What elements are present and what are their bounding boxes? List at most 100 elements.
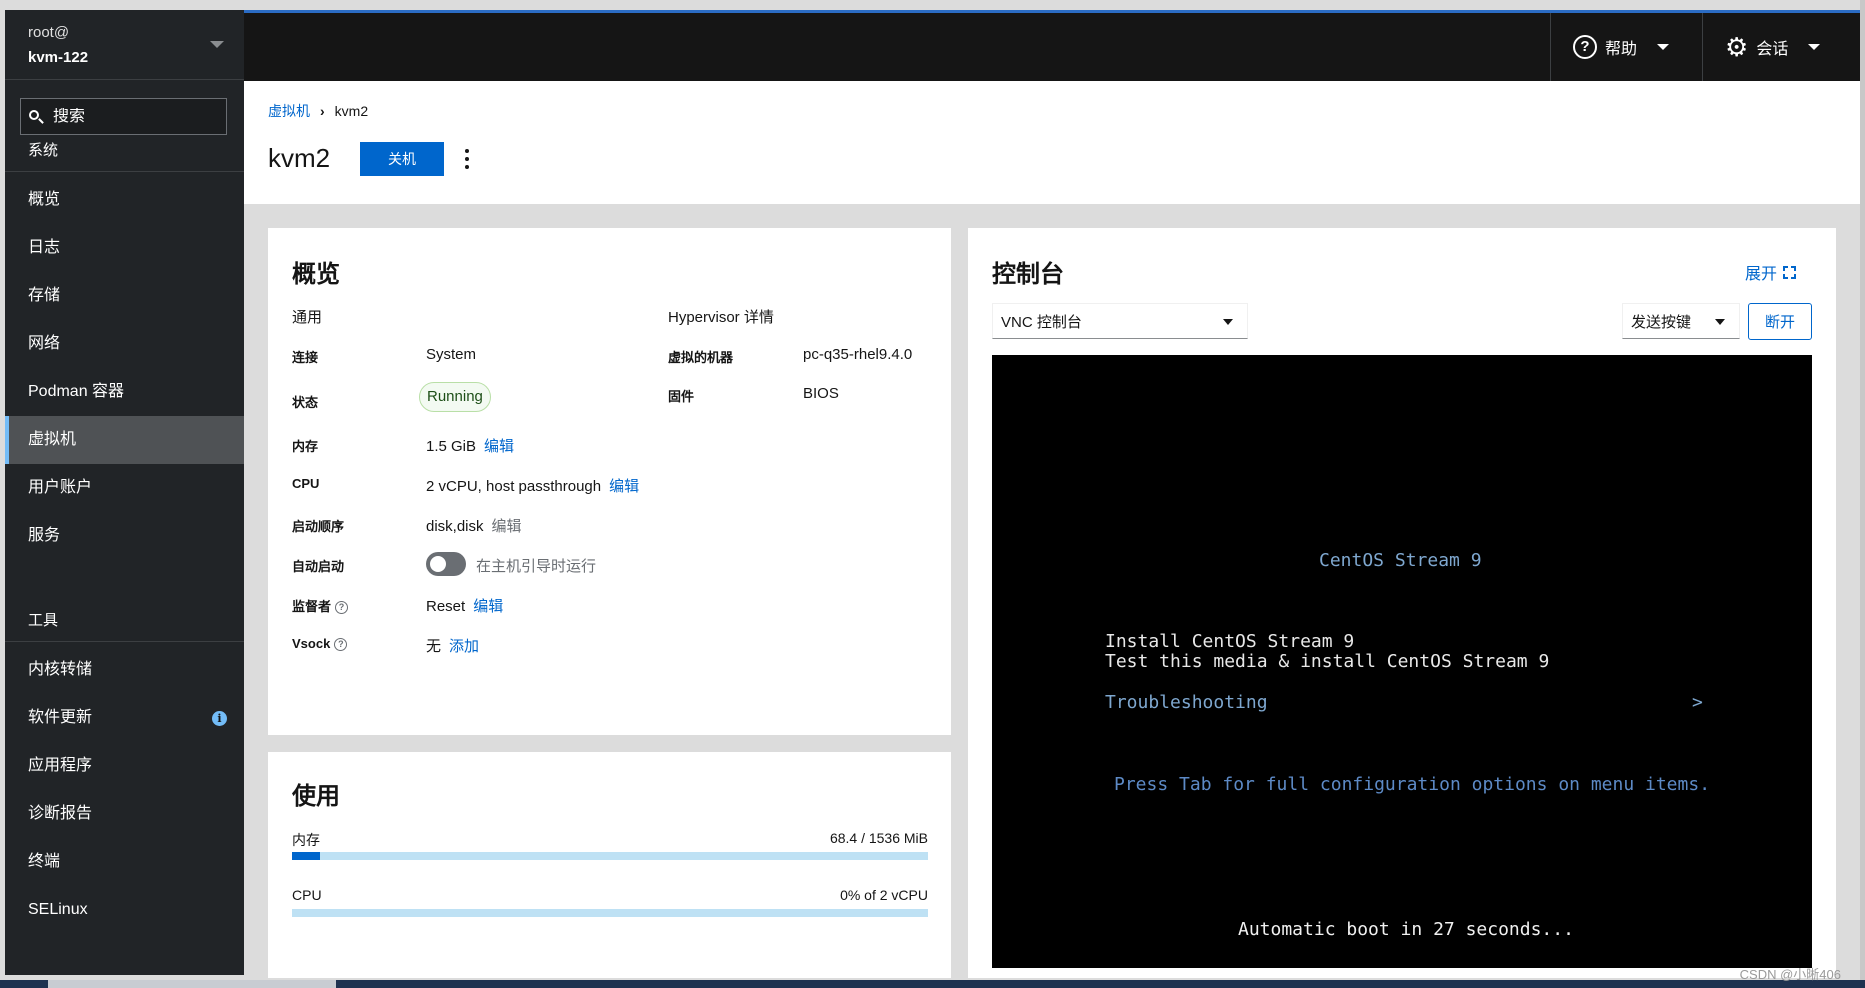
os-taskbar xyxy=(0,980,1865,988)
breadcrumb-current: kvm2 xyxy=(334,103,369,119)
sidebar-item-label: 软件更新 xyxy=(28,709,93,726)
chevron-right-icon: > xyxy=(1692,692,1703,713)
sidebar: root@ kvm-122 系统 概览 日志 存储 网络 Podman 容器 虚… xyxy=(5,10,244,975)
page-header: 虚拟机 › kvm2 kvm2 关机 xyxy=(244,81,1860,204)
breadcrumb-vms-link[interactable]: 虚拟机 xyxy=(268,101,310,121)
general-heading: 通用 xyxy=(292,309,323,326)
help-menu-button[interactable]: ? 帮助 xyxy=(1550,13,1702,81)
nav-section-title-system: 系统 xyxy=(5,130,244,172)
nav-section-system: 系统 概览 日志 存储 网络 Podman 容器 虚拟机 用户账户 服务 xyxy=(5,130,244,560)
window-edge xyxy=(1860,0,1865,980)
hypervisor-heading: Hypervisor 详情 xyxy=(668,309,774,326)
sidebar-item-terminal[interactable]: 终端 xyxy=(5,838,244,886)
taskbar-window-tab[interactable] xyxy=(48,980,336,988)
chevron-down-icon xyxy=(1223,319,1233,325)
chevron-down-icon xyxy=(210,41,224,48)
search-input[interactable] xyxy=(53,107,213,126)
nav-section-tools: 工具 内核转储 软件更新 i 应用程序 诊断报告 终端 SELinux xyxy=(5,600,244,934)
cpu-value: 2 vCPU, host passthrough xyxy=(426,478,602,495)
host-user: root@ xyxy=(28,24,70,41)
console-title: 控制台 xyxy=(992,261,1064,288)
memory-usage-value: 68.4 / 1536 MiB xyxy=(829,830,928,846)
memory-progress-fill xyxy=(292,852,321,860)
machine-label: 虚拟的机器 xyxy=(668,350,734,365)
sidebar-item-diagnostic-reports[interactable]: 诊断报告 xyxy=(5,790,244,838)
state-label: 状态 xyxy=(292,395,319,410)
shutdown-button[interactable]: 关机 xyxy=(360,142,444,176)
status-badge: Running xyxy=(419,382,491,412)
cpu-usage-label: CPU xyxy=(292,887,322,903)
boot-order-row: disk,disk 编辑 xyxy=(426,515,522,536)
chevron-down-icon xyxy=(1657,44,1670,50)
edit-memory-link[interactable]: 编辑 xyxy=(484,438,514,455)
info-icon: i xyxy=(212,711,227,726)
disconnect-button[interactable]: 断开 xyxy=(1748,303,1812,340)
vnc-menu-item-test: Test this media & install CentOS Stream … xyxy=(1105,651,1550,672)
sidebar-item-accounts[interactable]: 用户账户 xyxy=(5,464,244,512)
sidebar-item-services[interactable]: 服务 xyxy=(5,512,244,560)
watchdog-label: 监督者 xyxy=(292,599,332,614)
vnc-hint: Press Tab for full configuration options… xyxy=(1114,774,1711,795)
sidebar-item-storage[interactable]: 存储 xyxy=(5,272,244,320)
console-card: 控制台 展开 VNC 控制台 发送按键 断开 CentOS Stream 9 I… xyxy=(968,228,1836,978)
sidebar-item-applications[interactable]: 应用程序 xyxy=(5,742,244,790)
help-icon[interactable]: ? xyxy=(335,601,349,614)
sidebar-item-selinux[interactable]: SELinux xyxy=(5,886,244,934)
edit-cpu-link[interactable]: 编辑 xyxy=(609,478,639,495)
usage-card: 使用 内存 68.4 / 1536 MiB CPU 0% of 2 vCPU xyxy=(268,752,951,978)
watchdog-value: Reset xyxy=(426,598,466,615)
overview-title: 概览 xyxy=(292,261,340,288)
breadcrumb: 虚拟机 › kvm2 xyxy=(268,101,368,121)
chevron-down-icon xyxy=(1808,44,1821,50)
host-switcher[interactable]: root@ kvm-122 xyxy=(5,10,244,80)
vnc-menu-item-troubleshooting: Troubleshooting xyxy=(1105,692,1268,713)
vnc-heading: CentOS Stream 9 xyxy=(1319,550,1482,571)
expand-icon xyxy=(1783,265,1796,279)
question-circle-icon: ? xyxy=(1573,35,1597,59)
console-type-value: VNC 控制台 xyxy=(1001,313,1082,331)
send-keys-label: 发送按键 xyxy=(1631,313,1692,331)
chevron-right-icon: › xyxy=(320,103,325,119)
sidebar-item-networking[interactable]: 网络 xyxy=(5,320,244,368)
session-menu-button[interactable]: ⚙ 会话 xyxy=(1702,13,1860,81)
sidebar-item-overview[interactable]: 概览 xyxy=(5,176,244,224)
firmware-label: 固件 xyxy=(668,389,695,404)
sidebar-item-logs[interactable]: 日志 xyxy=(5,224,244,272)
sidebar-item-podman[interactable]: Podman 容器 xyxy=(5,368,244,416)
sidebar-item-kdump[interactable]: 内核转储 xyxy=(5,646,244,694)
console-type-select[interactable]: VNC 控制台 xyxy=(992,303,1248,339)
cpu-label: CPU xyxy=(292,476,320,491)
vsock-row: 无添加 xyxy=(426,635,479,656)
edit-watchdog-link[interactable]: 编辑 xyxy=(473,598,503,615)
memory-progress-bar xyxy=(292,852,928,860)
topbar: ? 帮助 ⚙ 会话 xyxy=(244,10,1860,81)
watchdog-label-row: 监督者? xyxy=(292,596,349,615)
vsock-label-row: Vsock? xyxy=(292,636,348,651)
vnc-countdown: Automatic boot in 27 seconds... xyxy=(1238,919,1574,940)
add-vsock-link[interactable]: 添加 xyxy=(449,638,479,655)
search-icon xyxy=(29,109,43,124)
usage-title: 使用 xyxy=(292,783,340,810)
sidebar-item-software-updates[interactable]: 软件更新 i xyxy=(5,694,244,742)
memory-label: 内存 xyxy=(292,439,319,454)
autostart-text: 在主机引导时运行 xyxy=(476,558,597,575)
session-label: 会话 xyxy=(1756,41,1789,58)
vsock-label: Vsock xyxy=(292,636,331,651)
firmware-value: BIOS xyxy=(803,385,839,402)
memory-row: 1.5 GiB 编辑 xyxy=(426,435,514,456)
watchdog-row: Reset 编辑 xyxy=(426,595,503,616)
gear-icon: ⚙ xyxy=(1725,32,1749,62)
help-label: 帮助 xyxy=(1605,41,1638,58)
expand-button[interactable]: 展开 xyxy=(1745,260,1796,284)
edit-boot-order-link[interactable]: 编辑 xyxy=(492,518,522,535)
help-icon[interactable]: ? xyxy=(334,638,348,651)
sidebar-item-virtual-machines[interactable]: 虚拟机 xyxy=(5,416,244,464)
cpu-progress-bar xyxy=(292,909,928,917)
overview-card: 概览 通用 Hypervisor 详情 连接 System 状态 Running… xyxy=(268,228,951,735)
send-keys-select[interactable]: 发送按键 xyxy=(1622,303,1740,339)
autostart-toggle[interactable] xyxy=(426,552,466,576)
kebab-menu-icon[interactable] xyxy=(464,149,470,169)
boot-order-label: 启动顺序 xyxy=(292,519,345,534)
expand-label: 展开 xyxy=(1744,266,1777,283)
vnc-console-screen[interactable]: CentOS Stream 9 Install CentOS Stream 9 … xyxy=(992,355,1812,968)
